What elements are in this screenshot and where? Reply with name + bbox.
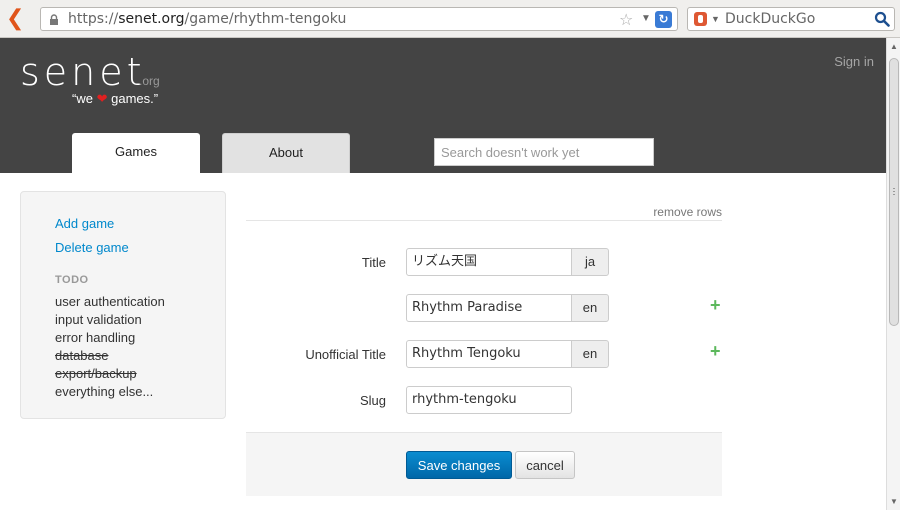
todo-item: error handling [55,330,136,345]
todo-item: input validation [55,312,142,327]
cancel-button[interactable]: cancel [515,451,575,479]
lang-addon-en: en [571,294,609,322]
browser-toolbar: ❮ https://senet.org/game/rhythm-tengoku … [0,0,900,38]
scroll-thumb[interactable] [889,58,899,326]
url-text: https://senet.org/game/rhythm-tengoku [68,11,347,27]
reload-icon[interactable]: ↻ [655,11,672,28]
sidebar: Add game Delete game TODO user authentic… [20,191,226,419]
sign-in-link[interactable]: Sign in [834,54,874,69]
title-en-input[interactable]: Rhythm Paradise [406,294,572,322]
scroll-down-icon[interactable]: ▼ [890,497,898,506]
delete-game-link[interactable]: Delete game [55,240,129,255]
lang-addon-en: en [571,340,609,368]
todo-list: user authentication input validation err… [55,293,165,401]
slug-input[interactable]: rhythm-tengoku [406,386,572,414]
search-engine-placeholder[interactable]: DuckDuckGo [725,11,815,27]
heart-icon: ❤ [96,91,108,106]
tab-games[interactable]: Games [72,133,200,173]
add-title-icon[interactable]: + [710,296,721,314]
back-arrow-icon[interactable]: ❮ [6,7,28,31]
dropdown-icon[interactable]: ▼ [641,13,651,24]
logo-tld: .org [139,74,160,88]
magnifier-icon[interactable] [874,11,890,27]
divider [246,220,722,221]
dropdown-icon[interactable]: ▼ [711,14,720,24]
address-bar[interactable]: https://senet.org/game/rhythm-tengoku ☆ … [40,7,678,31]
search-engine-bar[interactable]: ▼ DuckDuckGo [687,7,895,31]
tab-about[interactable]: About [222,133,350,173]
add-unofficial-title-icon[interactable]: + [710,342,721,360]
unofficial-title-label: Unofficial Title [305,347,386,362]
star-icon[interactable]: ☆ [619,10,633,30]
page-scrollbar[interactable]: ▲ ▼ [886,38,900,510]
lang-addon-ja: ja [571,248,609,276]
save-changes-button[interactable]: Save changes [406,451,512,479]
slug-label: Slug [359,393,386,408]
todo-heading: TODO [55,274,89,286]
todo-item-done: export/backup [55,366,137,381]
search-input[interactable] [434,138,654,166]
tagline: “we ❤ games.” [72,91,159,106]
site-header: senet .org “we ❤ games.” Sign in Games A… [0,38,886,173]
remove-rows-link[interactable]: remove rows [653,205,722,219]
duckduckgo-icon[interactable] [694,12,707,26]
site-logo[interactable]: senet [20,50,146,94]
lock-icon [50,14,58,25]
todo-item: user authentication [55,294,165,309]
todo-item-done: database [55,348,109,363]
unofficial-title-input[interactable]: Rhythm Tengoku [406,340,572,368]
title-label: Title [361,255,386,270]
todo-item: everything else... [55,384,154,399]
scroll-up-icon[interactable]: ▲ [890,42,898,51]
title-ja-input[interactable]: リズム天国 [406,248,572,276]
add-game-link[interactable]: Add game [55,216,114,231]
form-actions: Save changes cancel [246,432,722,496]
